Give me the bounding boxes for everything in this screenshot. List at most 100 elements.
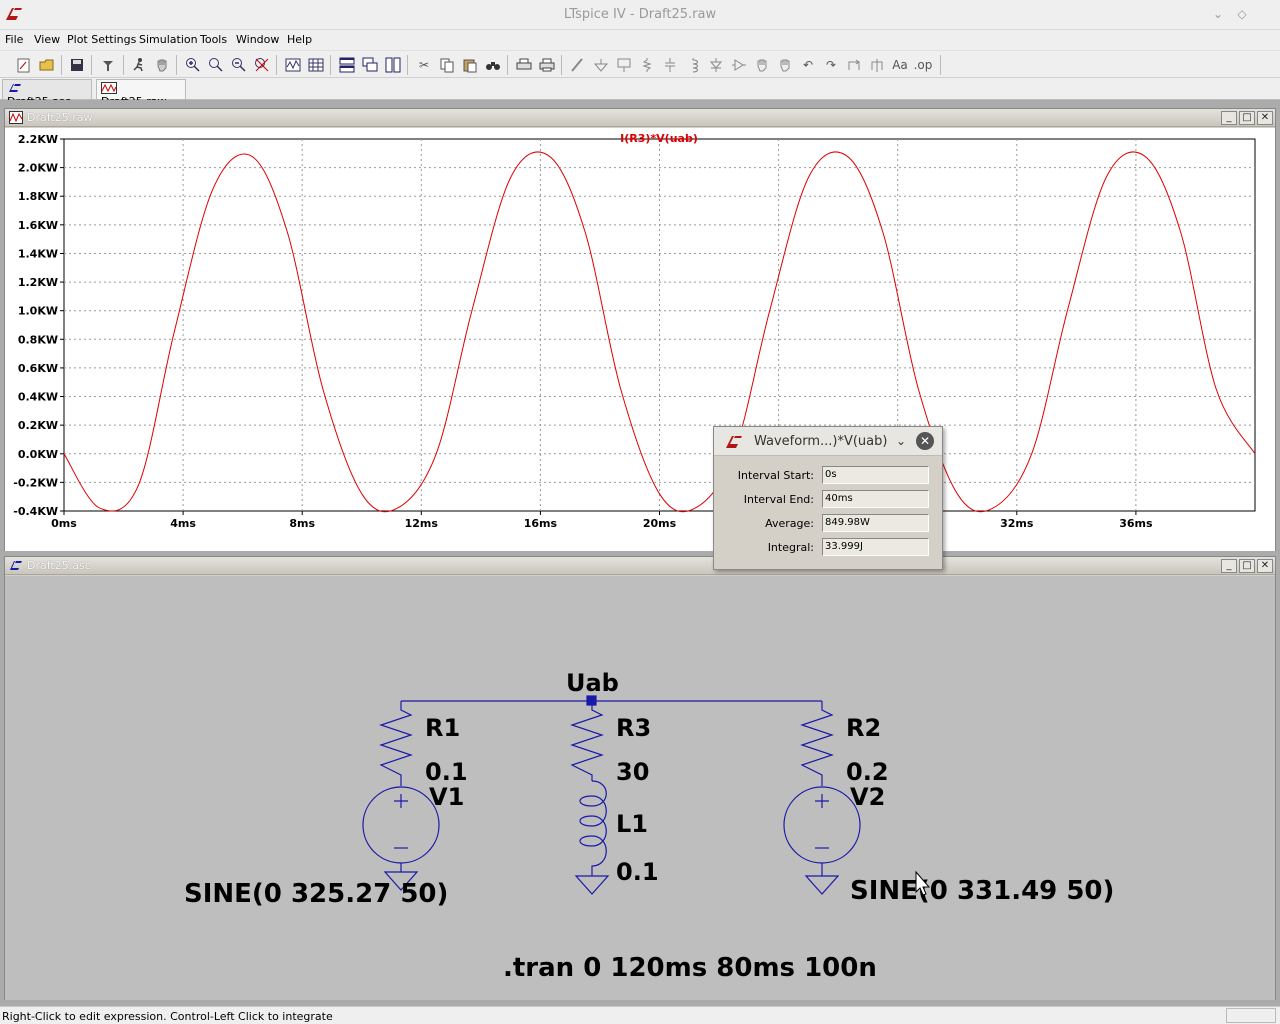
maximize-icon[interactable]: □ [1239, 111, 1255, 125]
schematic-icon [9, 84, 21, 92]
menu-simulation[interactable]: Simulation [139, 33, 198, 46]
menu-window[interactable]: Window [236, 33, 279, 46]
status-pane [1226, 1008, 1276, 1023]
menu-file[interactable]: File [5, 33, 23, 46]
schematic-window-titlebar[interactable]: Draft25.asc _ □ ✕ [5, 557, 1275, 575]
close-icon[interactable]: ✕ [1257, 559, 1273, 573]
interval-start-row: Interval Start: 0s [714, 465, 944, 485]
resistor-icon[interactable] [637, 55, 657, 75]
r3-name: R3 [616, 714, 651, 742]
v2-plus-sign [815, 794, 829, 808]
ltspice-logo-icon [726, 436, 742, 448]
ground-icon[interactable] [591, 55, 611, 75]
x-axis-ticks: 0ms4ms8ms12ms16ms20ms24ms28ms32ms36ms [51, 511, 1153, 530]
interval-start-label: Interval Start: [737, 469, 814, 482]
diode-icon[interactable] [706, 55, 726, 75]
plot-pane[interactable]: -0.4KW -0.2KW 0.0KW 0.2KW 0.4KW 0.6KW 0.8KW 1.0… [5, 128, 1275, 551]
move-hand-icon[interactable] [752, 55, 772, 75]
tile-vertical-icon[interactable] [383, 55, 403, 75]
run-icon[interactable] [129, 55, 149, 75]
open-folder-icon[interactable] [37, 55, 57, 75]
minimize-icon[interactable]: _ [1221, 559, 1237, 573]
text-icon[interactable]: Aa [890, 55, 910, 75]
y-tick-label: 0.8KW [18, 333, 58, 346]
label-net-icon[interactable] [614, 55, 634, 75]
schematic-canvas[interactable]: Uab R1 0.1 V1 SINE(0 325.27 50) R3 30 L1… [5, 576, 1275, 1000]
average-label: Average: [765, 517, 814, 530]
capacitor-icon[interactable] [660, 55, 680, 75]
x-tick-label: 4ms [170, 517, 196, 530]
l1-value: 0.1 [616, 858, 659, 886]
paste-icon[interactable] [460, 55, 480, 75]
menu-help[interactable]: Help [287, 33, 312, 46]
halt-hand-icon[interactable] [152, 55, 172, 75]
mirror-icon[interactable] [867, 55, 887, 75]
control-panel-icon[interactable] [98, 55, 118, 75]
tab-draft25-raw[interactable]: Draft25.raw [96, 79, 186, 108]
inductor-l1 [579, 780, 607, 876]
interval-end-label: Interval End: [743, 493, 814, 506]
pan-icon[interactable] [206, 55, 226, 75]
r1-name: R1 [425, 714, 460, 742]
integral-field[interactable]: 33.999J [822, 538, 929, 556]
rotate-icon[interactable] [844, 55, 864, 75]
waveform-stats-dialog: Waveform...)*V(uab) ⌄ ✕ Interval Start: … [713, 426, 943, 570]
autorange-icon[interactable] [283, 55, 303, 75]
waveform-window-titlebar[interactable]: Draft25.raw _ □ ✕ [5, 109, 1275, 127]
print-icon[interactable] [537, 55, 557, 75]
close-icon[interactable]: ✕ [916, 432, 934, 450]
status-bar: Right-Click to edit expression. Control-… [0, 1006, 1280, 1024]
cascade-icon[interactable] [360, 55, 380, 75]
dialog-title: Waveform...)*V(uab) [754, 434, 888, 449]
undo-icon[interactable]: ↶ [798, 55, 818, 75]
chevron-down-icon[interactable]: ⌄ [896, 434, 906, 448]
save-icon[interactable] [67, 55, 87, 75]
maximize-icon[interactable]: □ [1239, 559, 1255, 573]
cut-icon[interactable]: ✂ [414, 55, 434, 75]
new-schematic-icon[interactable] [14, 55, 34, 75]
waveform-window: Draft25.raw _ □ ✕ -0.4KW -0.2KW 0.0KW 0.2KW… [4, 108, 1276, 551]
maximize-icon[interactable]: ◇ [1234, 6, 1250, 22]
dialog-titlebar[interactable]: Waveform...)*V(uab) ⌄ ✕ [714, 427, 942, 456]
interval-start-field[interactable]: 0s [822, 466, 929, 484]
copy-icon[interactable] [437, 55, 457, 75]
redo-icon[interactable]: ↷ [821, 55, 841, 75]
x-tick-label: 8ms [289, 517, 315, 530]
inductor-icon[interactable] [683, 55, 703, 75]
document-tab-bar: Draft25.asc Draft25.raw [0, 78, 1280, 108]
draw-wire-icon[interactable] [568, 55, 588, 75]
waveform-plot[interactable]: -0.4KW-0.2KW0.0KW0.2KW0.4KW0.6KW0.8KW1.0… [5, 128, 1275, 551]
zoom-out-icon[interactable] [229, 55, 249, 75]
minimize-icon[interactable]: _ [1221, 111, 1237, 125]
r2-name: R2 [846, 714, 881, 742]
tile-horizontal-icon[interactable] [337, 55, 357, 75]
print-setup-icon[interactable] [514, 55, 534, 75]
v2-value: SINE(0 331.49 50) [850, 876, 1114, 906]
drag-hand-icon[interactable] [775, 55, 795, 75]
average-field[interactable]: 849.98W [822, 514, 929, 532]
close-icon[interactable]: ✕ [1257, 111, 1273, 125]
y-tick-label: 2.2KW [18, 133, 58, 146]
minimize-icon[interactable]: ⌄ [1210, 6, 1226, 22]
tab-draft25-asc[interactable]: Draft25.asc [2, 79, 92, 108]
zoom-fit-icon[interactable] [252, 55, 272, 75]
find-binoculars-icon[interactable] [483, 55, 503, 75]
y-tick-label: 2.0KW [18, 162, 58, 175]
resistor-r2 [800, 701, 834, 786]
r1-value: 0.1 [425, 758, 468, 786]
grid-icon[interactable] [306, 55, 326, 75]
spice-directive-icon[interactable]: .op [913, 55, 933, 75]
schematic-window: Draft25.asc _ □ ✕ Uab R1 0.1 V1 SINE(0 3… [4, 556, 1276, 1000]
v2-name: V2 [850, 783, 885, 811]
menu-tools[interactable]: Tools [200, 33, 227, 46]
v1-value: SINE(0 325.27 50) [184, 879, 448, 909]
y-tick-label: 1.6KW [18, 219, 58, 232]
interval-end-field[interactable]: 40ms [822, 490, 929, 508]
zoom-in-icon[interactable] [183, 55, 203, 75]
mdi-workspace: Draft25.raw _ □ ✕ -0.4KW -0.2KW 0.0KW 0.2KW… [0, 100, 1280, 1006]
menu-plot-settings[interactable]: Plot Settings [67, 33, 136, 46]
schematic-drawing[interactable]: Uab R1 0.1 V1 SINE(0 325.27 50) R3 30 L1… [5, 576, 1275, 1000]
component-icon[interactable] [729, 55, 749, 75]
menu-view[interactable]: View [34, 33, 60, 46]
x-tick-label: 0ms [51, 517, 77, 530]
